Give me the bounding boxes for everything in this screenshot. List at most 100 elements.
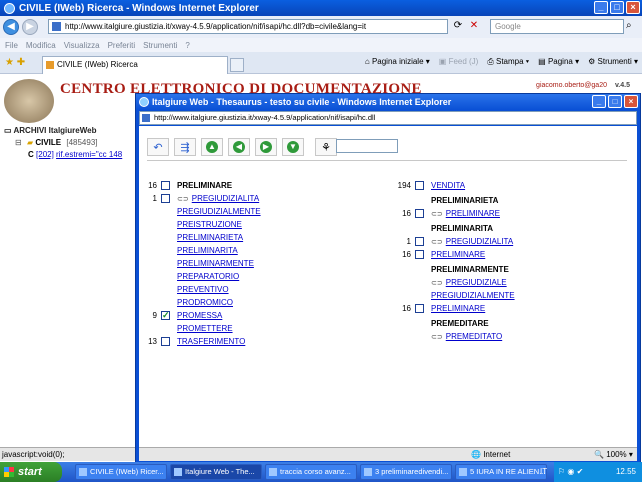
language-indicator[interactable]: IT <box>540 462 547 482</box>
archive-icon: ▭ <box>4 126 12 135</box>
term-checkbox[interactable] <box>415 181 424 190</box>
task-traccia[interactable]: traccia corso avanz... <box>265 464 357 480</box>
popup-minimize-button[interactable]: _ <box>592 95 606 108</box>
term-link[interactable]: PREMEDITATO <box>446 332 502 341</box>
address-bar[interactable]: http://www.italgiure.giustizia.it/xway-4… <box>48 19 448 34</box>
menu-help[interactable]: ? <box>185 41 189 50</box>
left-icon[interactable]: ◀ <box>228 138 250 156</box>
tree-expand-icon[interactable]: ⚘ <box>315 138 337 156</box>
menu-tools[interactable]: Strumenti <box>143 41 177 50</box>
term-search-input[interactable] <box>336 139 398 153</box>
tree-root[interactable]: ▭ ARCHIVI ItalgiureWeb <box>4 125 122 137</box>
down-icon[interactable]: ▼ <box>282 138 304 156</box>
query-count-link[interactable]: [202] <box>36 150 54 159</box>
apply-terms-icon[interactable]: ⇶ <box>174 138 196 156</box>
term-link[interactable]: PRELIMINARE <box>431 250 485 259</box>
ie-task-icon <box>174 468 182 476</box>
start-button[interactable]: start <box>0 462 62 482</box>
term-link[interactable]: PRELIMINARIETA <box>177 233 243 242</box>
term-link[interactable]: PREGIUDIZIALMENTE <box>177 207 261 216</box>
tree-query-item[interactable]: C [202] rif.estremi="cc 148 <box>4 149 122 161</box>
tools-menu-button[interactable]: ⚙ Strumenti ▾ <box>588 57 638 67</box>
popup-page-icon <box>142 114 150 122</box>
term-row: PRELIMINARIETA <box>395 194 635 207</box>
term-checkbox[interactable] <box>415 209 424 218</box>
query-prefix: C <box>28 150 34 159</box>
maximize-button[interactable]: □ <box>610 1 624 14</box>
home-button[interactable]: ⌂ Pagina iniziale ▾ <box>365 57 430 67</box>
task-preliminare[interactable]: 3 preliminaredivendi... <box>360 464 452 480</box>
term-link[interactable]: PRELIMINARE <box>446 209 500 218</box>
term-link[interactable]: PREPARATORIO <box>177 272 239 281</box>
menu-view[interactable]: Visualizza <box>64 41 100 50</box>
favorites-star-icon[interactable]: ★ ✚ <box>5 57 25 68</box>
query-text-link[interactable]: rif.estremi="cc 148 <box>56 150 122 159</box>
menu-edit[interactable]: Modifica <box>26 41 56 50</box>
up-icon[interactable]: ▲ <box>201 138 223 156</box>
term-link[interactable]: PREVENTIVO <box>177 285 229 294</box>
term-row: PRELIMINARMENTE <box>395 263 635 276</box>
popup-close-button[interactable]: × <box>624 95 638 108</box>
terms-right-column: 194 VENDITA PRELIMINARIETA 16 ⊂⊃ PRELIMINARE P… <box>395 179 635 343</box>
expand-icon[interactable]: ⊟ <box>15 138 22 147</box>
term-link[interactable]: PRELIMINARE <box>431 304 485 313</box>
search-input[interactable]: Google <box>490 19 624 34</box>
taskbar: start CIVILE (IWeb) Ricer... Italgiure W… <box>0 462 642 482</box>
task-italgiure[interactable]: Italgiure Web - The... <box>170 464 262 480</box>
term-link[interactable]: PREGIUDIZIALMENTE <box>431 291 515 300</box>
new-tab-button[interactable] <box>230 58 244 72</box>
term-count: 1 <box>152 194 157 203</box>
term-link[interactable]: PRELIMINARITA <box>177 246 238 255</box>
forward-button[interactable]: ▶ <box>22 19 38 35</box>
tray-icons[interactable]: ⚐ ◉ ✔ <box>558 467 583 476</box>
term-link[interactable]: PREISTRUZIONE <box>177 220 242 229</box>
term-link[interactable]: PRELIMINARMENTE <box>177 259 254 268</box>
term-link[interactable]: PROMESSA <box>177 311 222 320</box>
relation-arrow-icon: ⊂⊃ <box>431 334 443 341</box>
term-link[interactable]: PREGIUDIZIALE <box>446 278 507 287</box>
page-menu-button[interactable]: ▤ Pagina ▾ <box>538 57 579 67</box>
term-checkbox[interactable] <box>415 250 424 259</box>
menu-favorites[interactable]: Preferiti <box>108 41 136 50</box>
menu-file[interactable]: File <box>5 41 18 50</box>
terms-left-column: 16 PRELIMINARE 1 ⊂⊃ PREGIUDIZIALITA PREGIUDIZ… <box>141 179 391 348</box>
task-iura[interactable]: 5 IURA IN RE ALIEN... <box>455 464 547 480</box>
search-icon[interactable]: ⌕ <box>626 20 632 31</box>
task-civile[interactable]: CIVILE (IWeb) Ricer... <box>75 464 167 480</box>
term-row: PRELIMINARIETA <box>141 231 391 244</box>
term-link[interactable]: PRODROMICO <box>177 298 233 307</box>
term-checkbox[interactable] <box>415 237 424 246</box>
term-row: PRELIMINARMENTE <box>141 257 391 270</box>
zoom-control[interactable]: 🔍 100% ▾ <box>594 448 633 461</box>
undo-icon[interactable]: ↶ <box>147 138 169 156</box>
close-button[interactable]: × <box>626 1 640 14</box>
term-checkbox[interactable] <box>161 181 170 190</box>
tab-civile[interactable]: CIVILE (IWeb) Ricerca <box>42 56 228 74</box>
minimize-button[interactable]: _ <box>594 1 608 14</box>
refresh-icon[interactable]: ⟳ <box>452 20 464 32</box>
term-checkbox[interactable] <box>161 337 170 346</box>
term-link[interactable]: PREGIUDIZIALITA <box>446 237 513 246</box>
right-icon[interactable]: ▶ <box>255 138 277 156</box>
tree-archive-civile[interactable]: ⊟ ▰ CIVILE [485493] <box>4 137 122 149</box>
term-row: 16 PRELIMINARE <box>395 302 635 315</box>
feed-button[interactable]: ▣ Feed (J) <box>439 57 479 67</box>
term-row: 13 TRASFERIMENTO <box>141 335 391 348</box>
term-checkbox[interactable] <box>161 309 170 322</box>
term-link[interactable]: PROMETTERE <box>177 324 233 333</box>
user-name: giacomo.oberto@ga20 <box>536 82 607 89</box>
term-checkbox[interactable] <box>161 194 170 203</box>
print-button[interactable]: ⎙ Stampa ▾ <box>487 57 529 67</box>
term-link[interactable]: TRASFERIMENTO <box>177 337 245 346</box>
popup-maximize-button[interactable]: □ <box>608 95 622 108</box>
term-count: 194 <box>397 181 411 190</box>
stop-icon[interactable]: ✕ <box>468 20 480 32</box>
term-link[interactable]: VENDITA <box>431 181 465 190</box>
relation-arrow-icon: ⊂⊃ <box>431 239 443 246</box>
back-button[interactable]: ◀ <box>3 19 19 35</box>
term-link[interactable]: PREGIUDIZIALITA <box>192 194 259 203</box>
tree-root-label: ARCHIVI ItalgiureWeb <box>13 126 97 135</box>
term-row: PREPARATORIO <box>141 270 391 283</box>
zone-label: Internet <box>483 450 511 459</box>
term-checkbox[interactable] <box>415 304 424 313</box>
